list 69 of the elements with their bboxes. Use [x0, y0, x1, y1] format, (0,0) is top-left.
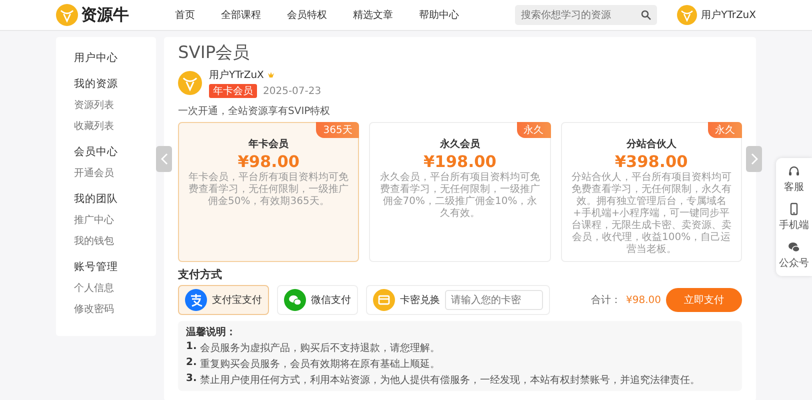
note-text: 3. 禁止用户使用任何方式，利用本站资源，为他人提供有偿服务，一经发现，本站有权封禁账号，并追究法律责任。 [186, 373, 701, 387]
user-name[interactable]: 用户YTrZuX [701, 8, 756, 22]
search-field[interactable]: 搜索你想学习的资源 [515, 5, 636, 25]
plan-price: ¥398.00 [614, 152, 688, 171]
payment-option[interactable]: 卡密兑换 请输入您的卡密 [366, 285, 550, 315]
card-icon [373, 289, 395, 311]
notes-title: 温馨说明： [186, 326, 237, 339]
nav-link[interactable]: 首页 [165, 8, 205, 22]
intro-text: 一次开通，全站资源享有SVIP特权 [178, 104, 332, 118]
card-code-field[interactable]: 请输入您的卡密 [445, 290, 543, 310]
plan-name: 永久会员 [440, 137, 480, 151]
nav-link[interactable]: 全部课程 [211, 8, 271, 22]
payment-option[interactable]: 微信支付 [277, 285, 358, 315]
plan-name: 分站合伙人 [626, 138, 676, 151]
crown-icon [266, 71, 275, 79]
plan-badge: 永久 [708, 122, 742, 138]
page-title: SVIP会员 [178, 42, 251, 64]
menu-item[interactable]: 推广中心 [74, 213, 114, 227]
menu-item[interactable]: 个人信息 [74, 281, 114, 295]
wechat-icon [284, 289, 306, 311]
float-label[interactable]: 公众号 [779, 256, 809, 270]
menu-heading: 账号管理 [74, 260, 118, 274]
menu-heading: 我的资源 [74, 77, 118, 91]
plan-name: 年卡会员 [248, 138, 289, 151]
plan-badge: 永久 [516, 122, 551, 138]
menu-heading: 会员中心 [74, 145, 118, 159]
plan-price: ¥98.00 [238, 152, 300, 171]
profile-avatar-icon [178, 71, 202, 95]
nav-link[interactable]: 精选文章 [343, 8, 403, 22]
plan-card[interactable]: 365天 年卡会员 ¥98.00 年卡会员，平台所有项目资料均可免费查看学习，无任何限制，一级推广佣金50%，有效期365天。 [178, 122, 360, 262]
payment-label: 支付宝支付 [212, 294, 262, 307]
nav-link[interactable]: 会员特权 [277, 8, 337, 22]
menu-item[interactable]: 收藏列表 [74, 119, 114, 133]
menu-item[interactable]: 修改密码 [74, 302, 114, 316]
total-amount: ¥98.00 [626, 294, 661, 306]
chevron-left-icon [160, 153, 168, 165]
plan-badge: 365天 [316, 122, 360, 138]
section-heading: 支付方式 [178, 267, 223, 282]
headset-icon[interactable] [787, 164, 801, 178]
total-label: 合计： [591, 294, 621, 307]
profile-name: 用户YTrZuX [209, 68, 264, 82]
menu-heading[interactable]: 用户中心 [74, 51, 118, 65]
search-icon [641, 10, 652, 20]
menu-item[interactable]: 资源列表 [74, 98, 114, 112]
plan-card[interactable]: 永久 永久会员 ¥198.00 永久会员，平台所有项目资料均可免费查看学习，无任何限制，一级推广佣金70%，二级推广佣金10%，永久有效。 [369, 122, 551, 262]
plan-description: 分站合伙人，平台所有项目资料均可免费查看学习，无任何限制，永久有效。拥有独立管理后台，专属域名+手机端+小程序端，可一键同步平台课程，无限生成卡密、卖资源、卖会员，收代理，收益100%，自己运营当老板。 [570, 172, 732, 256]
alipay-icon [185, 289, 207, 311]
float-label[interactable]: 客服 [784, 180, 804, 194]
member-tag: 年卡会员 [209, 84, 257, 98]
menu-item[interactable]: 我的钱包 [74, 234, 114, 248]
payment-label: 卡密兑换 [400, 294, 440, 307]
payment-label: 微信支付 [311, 294, 351, 307]
plan-price: ¥198.00 [424, 152, 496, 171]
search-button[interactable] [635, 5, 658, 25]
expiry-date: 2025-07-23 [263, 86, 322, 96]
nav-link[interactable]: 帮助中心 [409, 8, 469, 22]
payment-option[interactable]: 支付宝支付 [178, 285, 269, 315]
menu-heading: 我的团队 [74, 192, 118, 206]
plan-description: 永久会员，平台所有项目资料均可免费查看学习，无任何限制，一级推广佣金70%，二级推广佣金10%，永久有效。 [378, 172, 541, 220]
plan-card[interactable]: 永久 分站合伙人 ¥398.00 分站合伙人，平台所有项目资料均可免费查看学习，无任何限制，永久有效。拥有独立管理后台，专属域名+手机端+小程序端，可一键同步平台课程，无限生成卡密、卖资源、卖会员，收代理，收益100%，自己运营当老板。 [560, 122, 742, 262]
note-text: 1. 会员服务为虚拟产品，购买后不支持退款，请您理解。 [186, 341, 441, 355]
note-text: 2. 重复购买会员服务，会员有效期将在原有基础上顺延。 [186, 357, 441, 371]
chat-bubbles-icon[interactable] [787, 240, 801, 254]
plan-description: 年卡会员，平台所有项目资料均可免费查看学习，无任何限制，一级推广佣金50%，有效期365天。 [188, 172, 350, 208]
logo-text: 资源牛 [81, 4, 129, 26]
float-label[interactable]: 手机端 [779, 218, 809, 232]
menu-item[interactable]: 开通会员 [74, 166, 114, 180]
chevron-right-icon [750, 153, 758, 165]
bull-logo-icon [56, 4, 78, 26]
